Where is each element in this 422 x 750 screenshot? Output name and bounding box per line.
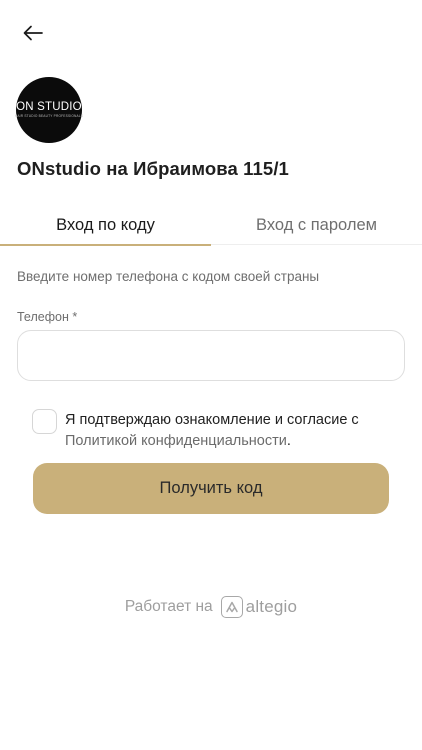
privacy-policy-link[interactable]: Политикой конфиденциальности <box>65 433 287 449</box>
consent-text: Я подтверждаю ознакомление и согласие с … <box>65 410 395 452</box>
login-tabs: Вход по коду Вход с паролем <box>0 205 422 246</box>
company-title: ONstudio на Ибраимова 115/1 <box>17 158 289 179</box>
powered-by: Работает на altegio <box>0 596 422 618</box>
logo-text: ON STUDIO <box>16 100 82 113</box>
back-button[interactable] <box>18 18 48 48</box>
company-logo: ON STUDIO HAIR STUDIO BEAUTY PROFESSIONA… <box>14 77 84 143</box>
consent-suffix: . <box>286 433 291 449</box>
altegio-brand-name[interactable]: altegio <box>246 597 298 617</box>
powered-by-text: Работает на <box>124 598 213 615</box>
logo-subtext: HAIR STUDIO BEAUTY PROFESSIONALS <box>14 114 84 119</box>
consent-checkbox[interactable] <box>32 409 57 434</box>
login-screen: ON STUDIO HAIR STUDIO BEAUTY PROFESSIONA… <box>0 0 422 750</box>
phone-hint: Введите номер телефона с кодом своей стр… <box>17 269 320 284</box>
get-code-button[interactable]: Получить код <box>33 463 389 514</box>
phone-label: Телефон * <box>17 310 78 324</box>
tab-login-with-password[interactable]: Вход с паролем <box>211 205 422 245</box>
consent-statement: Я подтверждаю ознакомление и согласие с <box>65 412 359 428</box>
tab-login-by-code[interactable]: Вход по коду <box>0 205 211 246</box>
arrow-left-icon <box>23 25 43 41</box>
altegio-logo-icon <box>220 596 243 618</box>
phone-input[interactable] <box>17 330 405 381</box>
